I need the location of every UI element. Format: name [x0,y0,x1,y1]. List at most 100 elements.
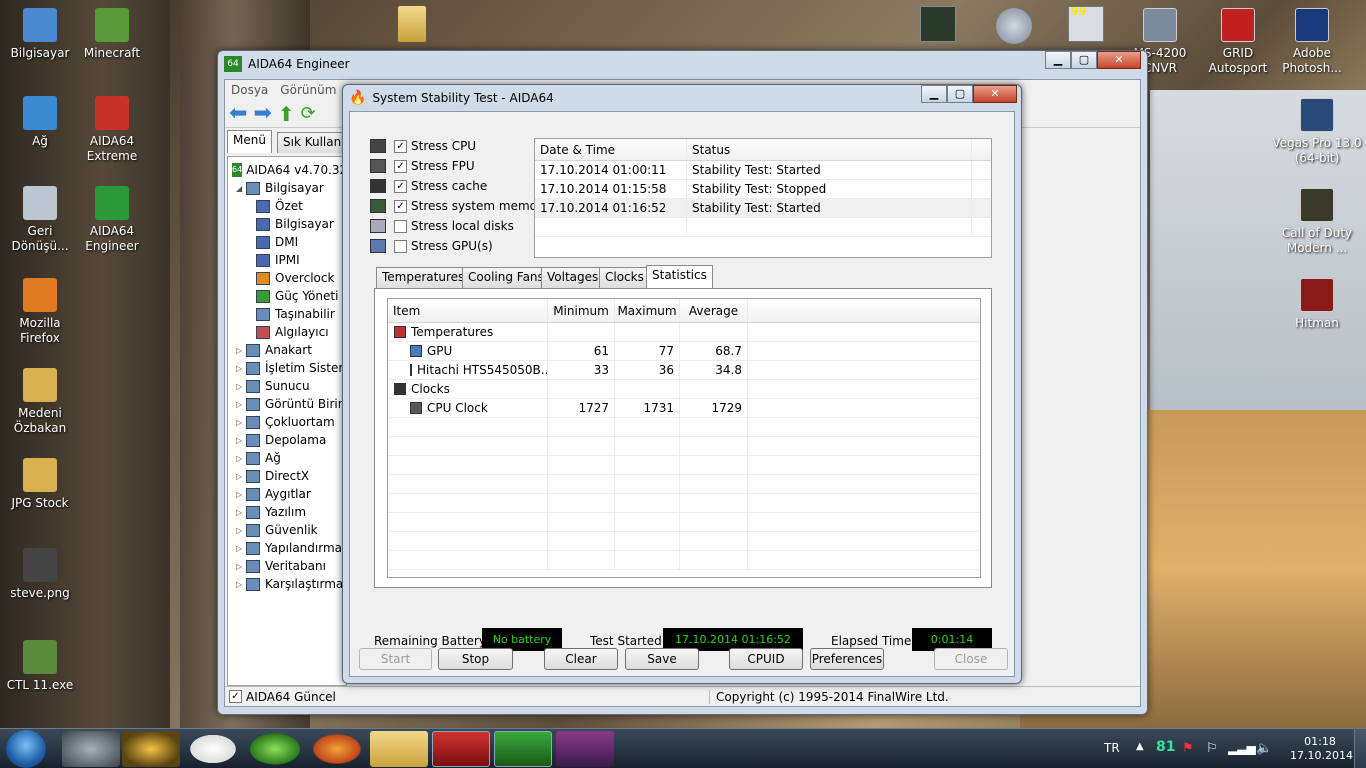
tree-item[interactable]: ▷ Yazılım [232,503,346,521]
save-button[interactable]: Save [625,648,699,670]
signal-icon[interactable]: ▂▃▅ [1228,741,1256,755]
chevron-right-icon[interactable]: ▷ [236,418,246,427]
chevron-right-icon[interactable]: ▷ [236,508,246,517]
desktop-icon[interactable]: Adobe Photosh... [1272,8,1352,76]
chevron-right-icon[interactable]: ▷ [236,346,246,355]
tree-item[interactable]: ▷ Anakart [232,341,346,359]
clock[interactable]: 01:18 17.10.2014 [1290,735,1353,763]
chevron-right-icon[interactable]: ▷ [236,436,246,445]
desktop-icon[interactable]: steve.png [0,548,80,601]
chevron-right-icon[interactable]: ▷ [236,526,246,535]
stress-option[interactable]: ✓ Stress CPU [370,136,549,156]
taskbar-explorer-icon[interactable] [370,731,428,767]
chevron-right-icon[interactable]: ▷ [236,544,246,553]
tree-item[interactable]: ▷ Görüntü Birim [232,395,346,413]
chevron-right-icon[interactable]: ▷ [236,562,246,571]
tab-voltages[interactable]: Voltages [541,267,605,288]
tree-item[interactable]: ▷ Sunucu [232,377,346,395]
taskbar-utorrent-icon[interactable] [246,731,304,767]
tree-item[interactable]: Taşınabilir [232,305,346,323]
tree-item[interactable]: ▷ Güvenlik [232,521,346,539]
tree-item[interactable]: Bilgisayar [232,215,346,233]
log-row[interactable]: 17.10.2014 01:00:11 Stability Test: Start… [535,161,991,180]
taskbar-aida64-extreme-icon[interactable] [432,731,490,767]
tree-root[interactable]: 64 AIDA64 v4.70.3200 [232,161,346,179]
refresh-icon[interactable]: ⟳ [301,103,316,124]
tree-item[interactable]: ▷ Karşılaştırmalı [232,575,346,593]
menu-gorunum[interactable]: Görünüm [280,83,336,97]
chevron-down-icon[interactable]: ◢ [236,184,246,193]
search-app-icon[interactable] [996,8,1032,44]
desktop-icon[interactable]: Geri Dönüşü... [0,186,80,254]
tray-temperature-value[interactable]: 81 [1156,739,1175,755]
stats-row[interactable]: Hitachi HTS545050B... 33 36 34.8 [388,361,980,380]
close-button[interactable]: ✕ [1097,51,1141,69]
tab-clocks[interactable]: Clocks [599,267,650,288]
desktop-icon[interactable]: AIDA64 Extreme [72,96,152,164]
tree-item[interactable]: ▷ DirectX [232,467,346,485]
checkbox[interactable]: ✓ [394,179,407,193]
taskbar-yandex-icon[interactable] [184,731,242,767]
chevron-right-icon[interactable]: ▷ [236,472,246,481]
stats-row[interactable]: Temperatures [388,323,980,342]
maximize-button[interactable]: ▢ [947,85,973,103]
checkbox[interactable]: ✓ [394,199,407,213]
forward-arrow-icon[interactable]: ➡ [253,101,271,126]
log-row[interactable]: 17.10.2014 01:16:52 Stability Test: Start… [535,199,991,218]
tray-expand-icon[interactable]: ▲ [1136,741,1144,752]
stress-option[interactable]: ✓ Stress cache [370,176,549,196]
tree-item[interactable]: ▷ İşletim Sistemi [232,359,346,377]
update-checkbox[interactable]: ✓ AIDA64 Güncel [229,687,336,707]
tree-item[interactable]: Overclock [232,269,346,287]
tab-menu[interactable]: Menü [227,130,272,153]
stats-header-average[interactable]: Average [680,299,748,322]
desktop-icon[interactable]: Vegas Pro 13.0 (64-bit) [1272,98,1362,166]
taskbar-winrar-icon[interactable] [556,731,614,767]
desktop-icon[interactable]: Hitman [1272,278,1362,331]
menu-dosya[interactable]: Dosya [231,83,268,97]
tree-item[interactable]: Özet [232,197,346,215]
desktop-icon[interactable]: JPG Stock [0,458,80,511]
log-header-datetime[interactable]: Date & Time [535,139,687,160]
tree-item[interactable]: Güç Yöneti [232,287,346,305]
desktop-icon[interactable]: Medeni Özbakan [0,368,80,436]
network-warning-icon[interactable]: ⚑ [1182,741,1194,756]
desktop-icon[interactable]: Minecraft [72,8,152,61]
taskbar-aida64-engineer-icon[interactable] [494,731,552,767]
chevron-right-icon[interactable]: ▷ [236,364,246,373]
show-desktop-button[interactable] [1354,729,1366,768]
stop-button[interactable]: Stop [438,648,513,670]
tree-item[interactable]: ◢ Bilgisayar [232,179,346,197]
chevron-right-icon[interactable]: ▷ [236,454,246,463]
stats-header-item[interactable]: Item [388,299,548,322]
checkbox[interactable] [394,219,407,233]
taskbar-vlc-icon[interactable] [122,731,180,767]
desktop-icon[interactable]: CTL 11.exe [0,640,80,693]
stress-option[interactable]: Stress GPU(s) [370,236,549,256]
chevron-right-icon[interactable]: ▷ [236,382,246,391]
checkbox[interactable]: ✓ [394,159,407,173]
desktop-icon[interactable]: AIDA64 Engineer [72,186,152,254]
checkbox[interactable] [394,239,407,253]
tree-item[interactable]: DMI [232,233,346,251]
app-icon[interactable]: 99 [1068,5,1104,42]
stress-option[interactable]: Stress local disks [370,216,549,236]
volume-icon[interactable]: 🔈 [1256,741,1272,756]
back-arrow-icon[interactable]: ⬅ [229,101,247,126]
chevron-right-icon[interactable]: ▷ [236,400,246,409]
taskbar-fan-app-icon[interactable] [62,731,120,767]
stats-row[interactable]: GPU 61 77 68.7 [388,342,980,361]
app-icon[interactable] [920,6,956,42]
chevron-right-icon[interactable]: ▷ [236,490,246,499]
desktop-icon[interactable]: GRID Autosport [1198,8,1278,76]
tree-item[interactable]: ▷ Depolama [232,431,346,449]
log-header-status[interactable]: Status [687,139,972,160]
tree-item[interactable]: ▷ Veritabanı [232,557,346,575]
stress-option[interactable]: ✓ Stress system memory [370,196,549,216]
desktop-icon[interactable]: Bilgisayar [0,8,80,61]
tab-cooling-fans[interactable]: Cooling Fans [462,267,550,288]
tree-item[interactable]: ▷ Çokluortam [232,413,346,431]
tab-temperatures[interactable]: Temperatures [376,267,471,288]
desktop-icon[interactable]: Ağ [0,96,80,149]
stats-header-maximum[interactable]: Maximum [615,299,680,322]
